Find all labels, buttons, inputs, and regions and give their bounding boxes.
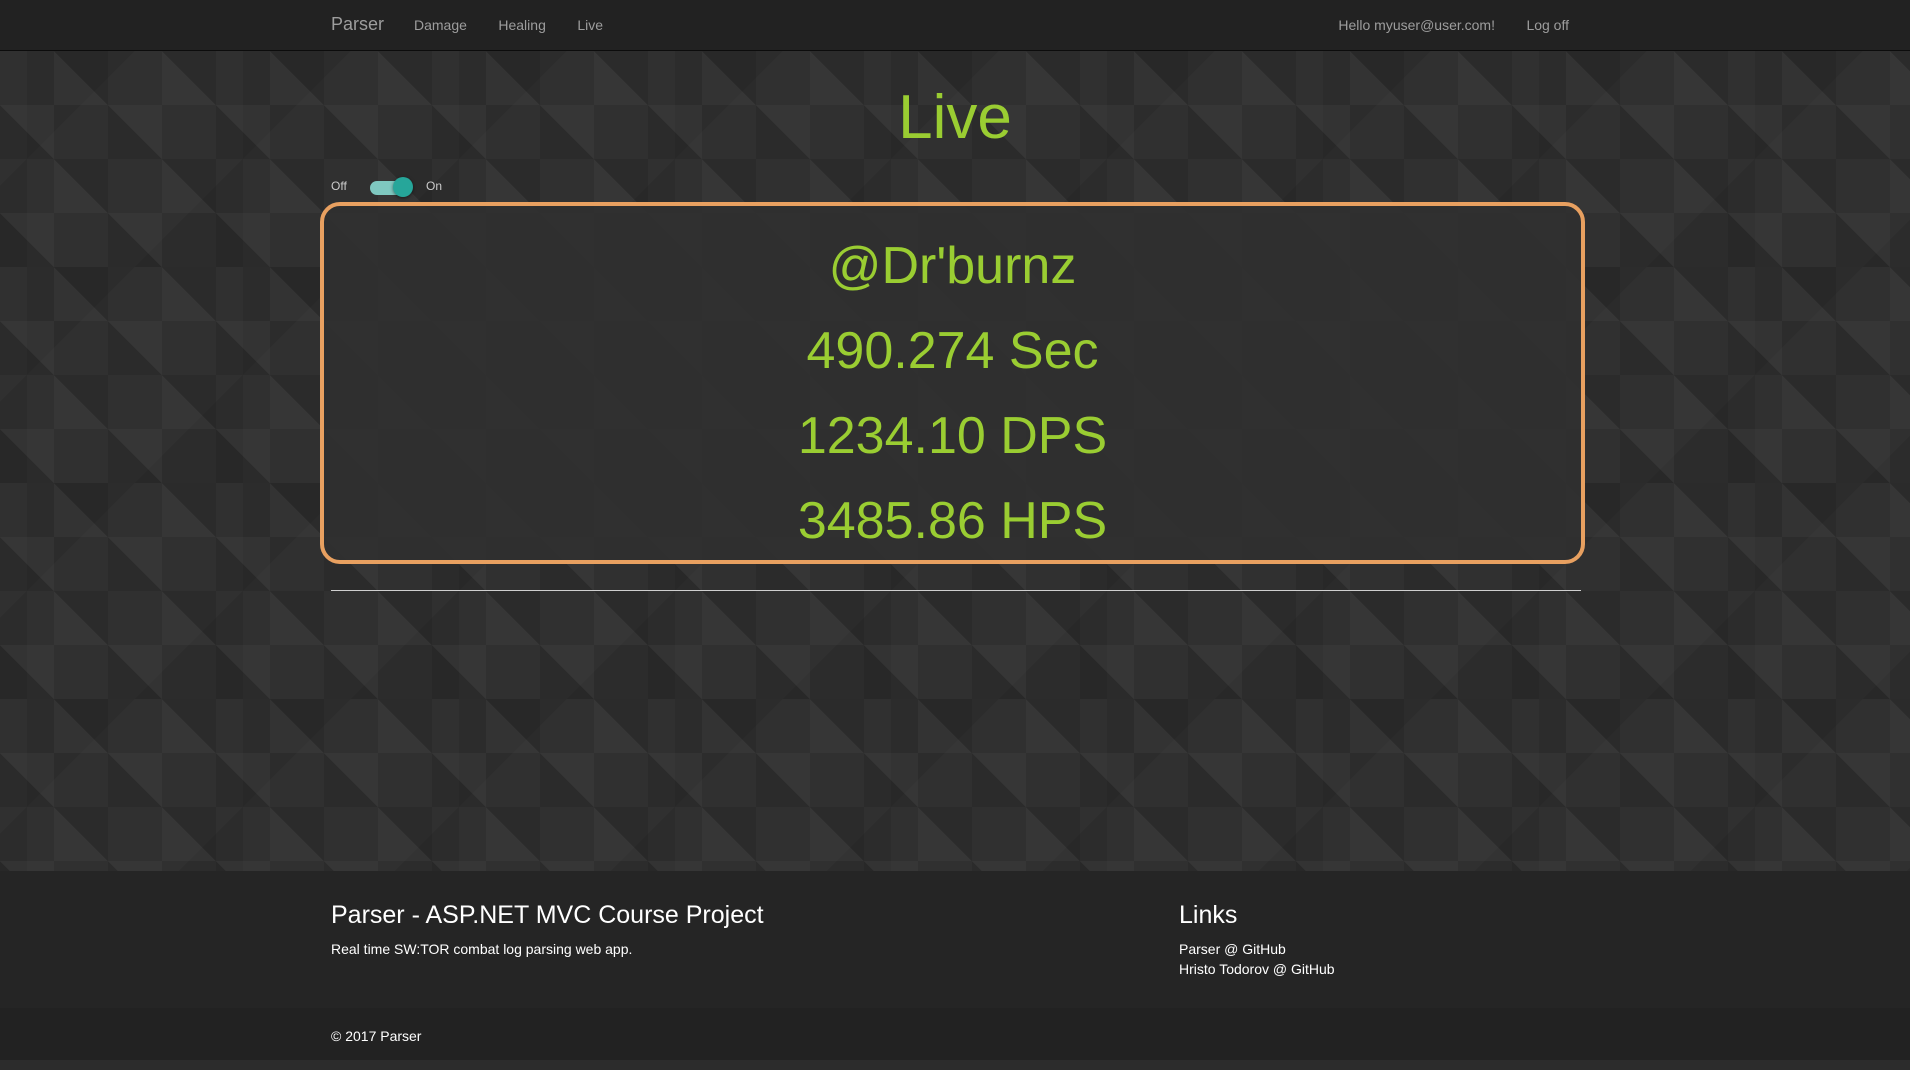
toggle-on-label: On <box>426 179 443 193</box>
footer-title: Parser - ASP.NET MVC Course Project <box>331 901 764 929</box>
toggle-off-label: Off <box>331 179 347 193</box>
bottom-strip <box>0 1060 1910 1070</box>
divider <box>331 590 1581 591</box>
nav-link-healing[interactable]: Healing <box>498 17 545 33</box>
player-name: @Dr'burnz <box>828 237 1077 295</box>
page-title: Live <box>898 83 1012 152</box>
user-greeting-link[interactable]: Hello myuser@user.com! <box>1338 17 1495 33</box>
nav-link-damage[interactable]: Damage <box>414 17 467 33</box>
nav-right: Hello myuser@user.com! Log off <box>1338 17 1569 35</box>
navbar-inner: Parser Damage Healing Live Hello myuser@… <box>331 0 1569 50</box>
footer-top <box>0 871 1910 1008</box>
nav-links: Damage Healing Live <box>414 17 630 35</box>
footer-link-author-github[interactable]: Hristo Todorov @ GitHub <box>1179 961 1335 977</box>
navbar: Parser Damage Healing Live Hello myuser@… <box>0 0 1910 51</box>
live-toggle-switch[interactable] <box>367 176 413 198</box>
footer-link-parser-github[interactable]: Parser @ GitHub <box>1179 941 1286 957</box>
dps-value: 1234.10 DPS <box>797 407 1108 465</box>
footer-links-title: Links <box>1179 901 1238 929</box>
live-stats-panel: @Dr'burnz 490.274 Sec 1234.10 DPS 3485.8… <box>320 202 1585 564</box>
footer: Parser - ASP.NET MVC Course Project Real… <box>0 871 1910 1070</box>
logoff-link[interactable]: Log off <box>1526 17 1569 33</box>
brand-link[interactable]: Parser <box>331 14 384 35</box>
combat-time: 490.274 Sec <box>806 322 1099 380</box>
footer-description: Real time SW:TOR combat log parsing web … <box>331 941 633 957</box>
nav-link-live[interactable]: Live <box>577 17 603 33</box>
hps-value: 3485.86 HPS <box>797 492 1108 550</box>
toggle-knob <box>393 177 413 197</box>
footer-copyright: © 2017 Parser <box>331 1028 422 1044</box>
